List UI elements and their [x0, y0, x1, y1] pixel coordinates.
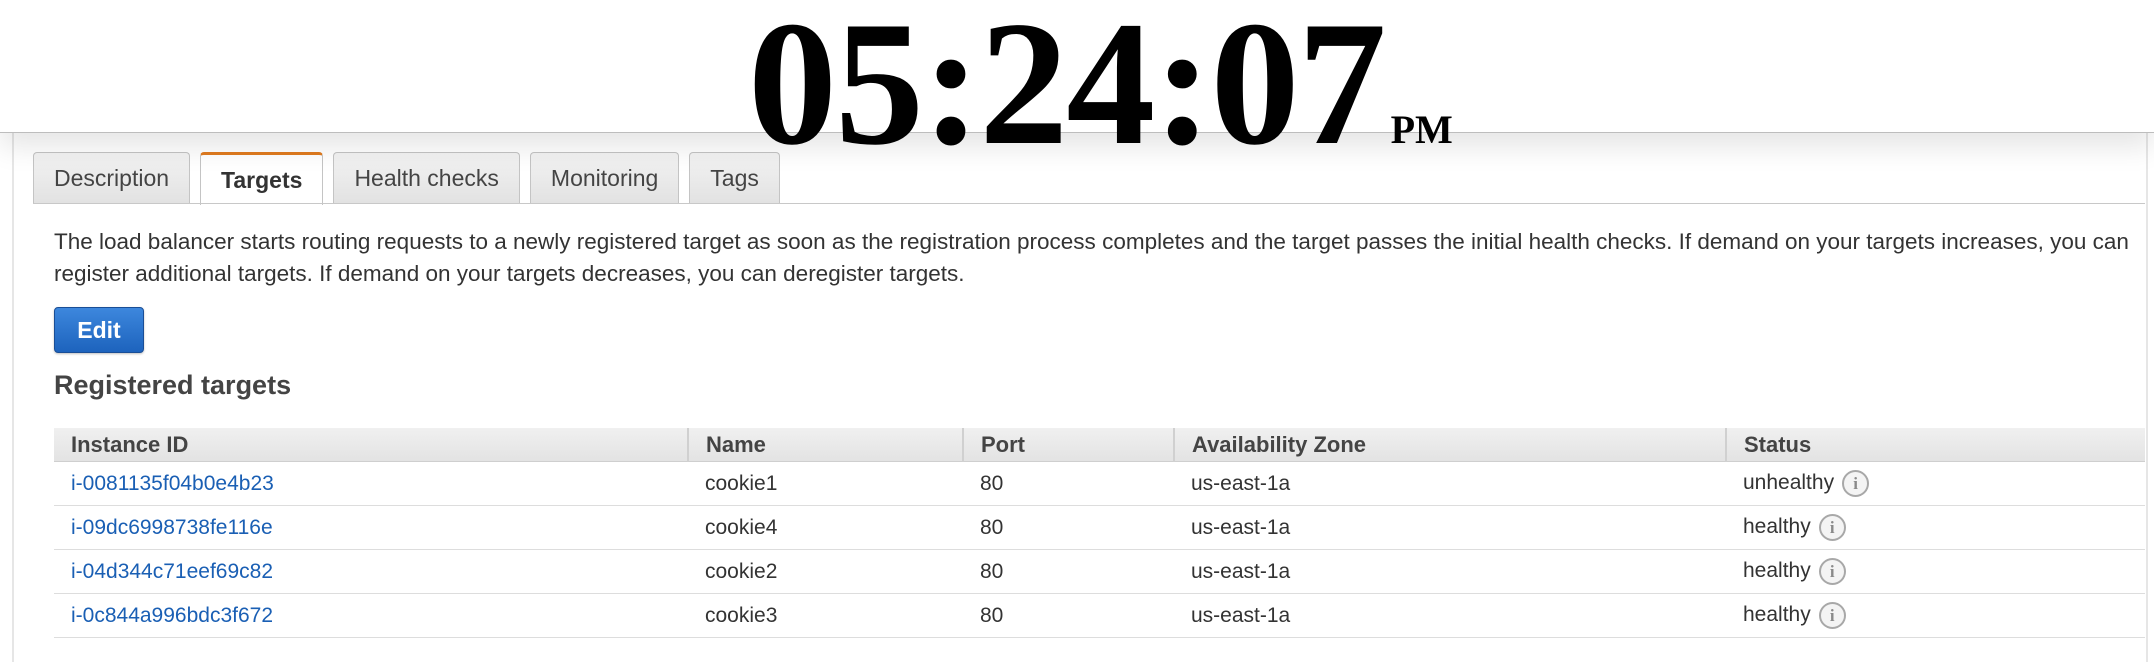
table-row: i-0081135f04b0e4b23 cookie1 80 us-east-1… — [54, 461, 2145, 506]
clock-display: 05:24:07 PM — [748, 0, 1453, 172]
info-icon[interactable]: i — [1818, 602, 1846, 629]
name-cell: cookie3 — [688, 593, 963, 638]
tab-label: Description — [54, 164, 170, 191]
tab-label: Targets — [221, 166, 303, 193]
column-header-name[interactable]: Name — [687, 428, 963, 462]
status-cell: healthy i — [1726, 549, 2145, 594]
tab-health-checks[interactable]: Health checks — [333, 152, 520, 203]
status-text: unhealthy — [1743, 471, 1835, 495]
column-header-availability-zone[interactable]: Availability Zone — [1173, 428, 1726, 462]
status-text: healthy — [1743, 603, 1811, 627]
tab-label: Monitoring — [550, 164, 659, 191]
registered-targets-table: Instance ID Name Port Availability Zone … — [54, 428, 2145, 638]
clock-time: 05:24:07 — [748, 0, 1387, 182]
table-row: i-09dc6998738fe116e cookie4 80 us-east-1… — [54, 505, 2145, 550]
instance-id-link[interactable]: i-0081135f04b0e4b23 — [71, 472, 274, 495]
clock-overlay: 05:24:07 PM — [0, 0, 2154, 172]
tab-label: Health checks — [354, 164, 499, 191]
column-header-port[interactable]: Port — [962, 428, 1174, 462]
instance-id-link[interactable]: i-09dc6998738fe116e — [71, 516, 273, 539]
info-icon[interactable]: i — [1818, 514, 1846, 541]
info-icon[interactable]: i — [1842, 470, 1870, 497]
name-cell: cookie1 — [688, 461, 963, 506]
table-row: i-0c844a996bdc3f672 cookie3 80 us-east-1… — [54, 593, 2145, 638]
edit-button[interactable]: Edit — [54, 307, 144, 353]
tab-description[interactable]: Description — [33, 152, 191, 203]
targets-description: The load balancer starts routing request… — [54, 229, 2129, 286]
zone-cell: us-east-1a — [1174, 549, 1726, 594]
instance-id-cell: i-04d344c71eef69c82 — [54, 549, 688, 594]
zone-cell: us-east-1a — [1174, 593, 1726, 638]
zone-cell: us-east-1a — [1174, 505, 1726, 550]
instance-id-cell: i-0081135f04b0e4b23 — [54, 461, 688, 506]
name-cell: cookie2 — [688, 549, 963, 594]
name-cell: cookie4 — [688, 505, 963, 550]
instance-id-link[interactable]: i-04d344c71eef69c82 — [71, 560, 273, 583]
table-row: i-04d344c71eef69c82 cookie2 80 us-east-1… — [54, 549, 2145, 594]
column-header-instance-id[interactable]: Instance ID — [54, 428, 688, 462]
instance-id-cell: i-0c844a996bdc3f672 — [54, 593, 688, 638]
instance-id-cell: i-09dc6998738fe116e — [54, 505, 688, 550]
table-header-row: Instance ID Name Port Availability Zone … — [54, 428, 2145, 462]
status-text: healthy — [1743, 559, 1811, 583]
instance-id-link[interactable]: i-0c844a996bdc3f672 — [71, 604, 273, 627]
clock-ampm: PM — [1390, 107, 1453, 152]
port-cell: 80 — [963, 461, 1174, 506]
zone-cell: us-east-1a — [1174, 461, 1726, 506]
status-cell: healthy i — [1726, 593, 2145, 638]
tabs-divider — [33, 203, 2145, 204]
info-icon[interactable]: i — [1818, 558, 1846, 585]
status-cell: unhealthy i — [1726, 461, 2145, 506]
port-cell: 80 — [963, 593, 1174, 638]
registered-targets-heading: Registered targets — [54, 370, 292, 400]
column-header-status[interactable]: Status — [1725, 428, 2145, 462]
detail-tabs: Description Targets Health checks Monito… — [33, 152, 780, 205]
port-cell: 80 — [963, 505, 1174, 550]
port-cell: 80 — [963, 549, 1174, 594]
status-cell: healthy i — [1726, 505, 2145, 550]
panel-right-border — [2146, 132, 2148, 662]
panel-left-border — [12, 132, 14, 662]
tab-targets[interactable]: Targets — [200, 152, 324, 205]
tab-monitoring[interactable]: Monitoring — [529, 152, 680, 203]
status-text: healthy — [1743, 515, 1811, 539]
